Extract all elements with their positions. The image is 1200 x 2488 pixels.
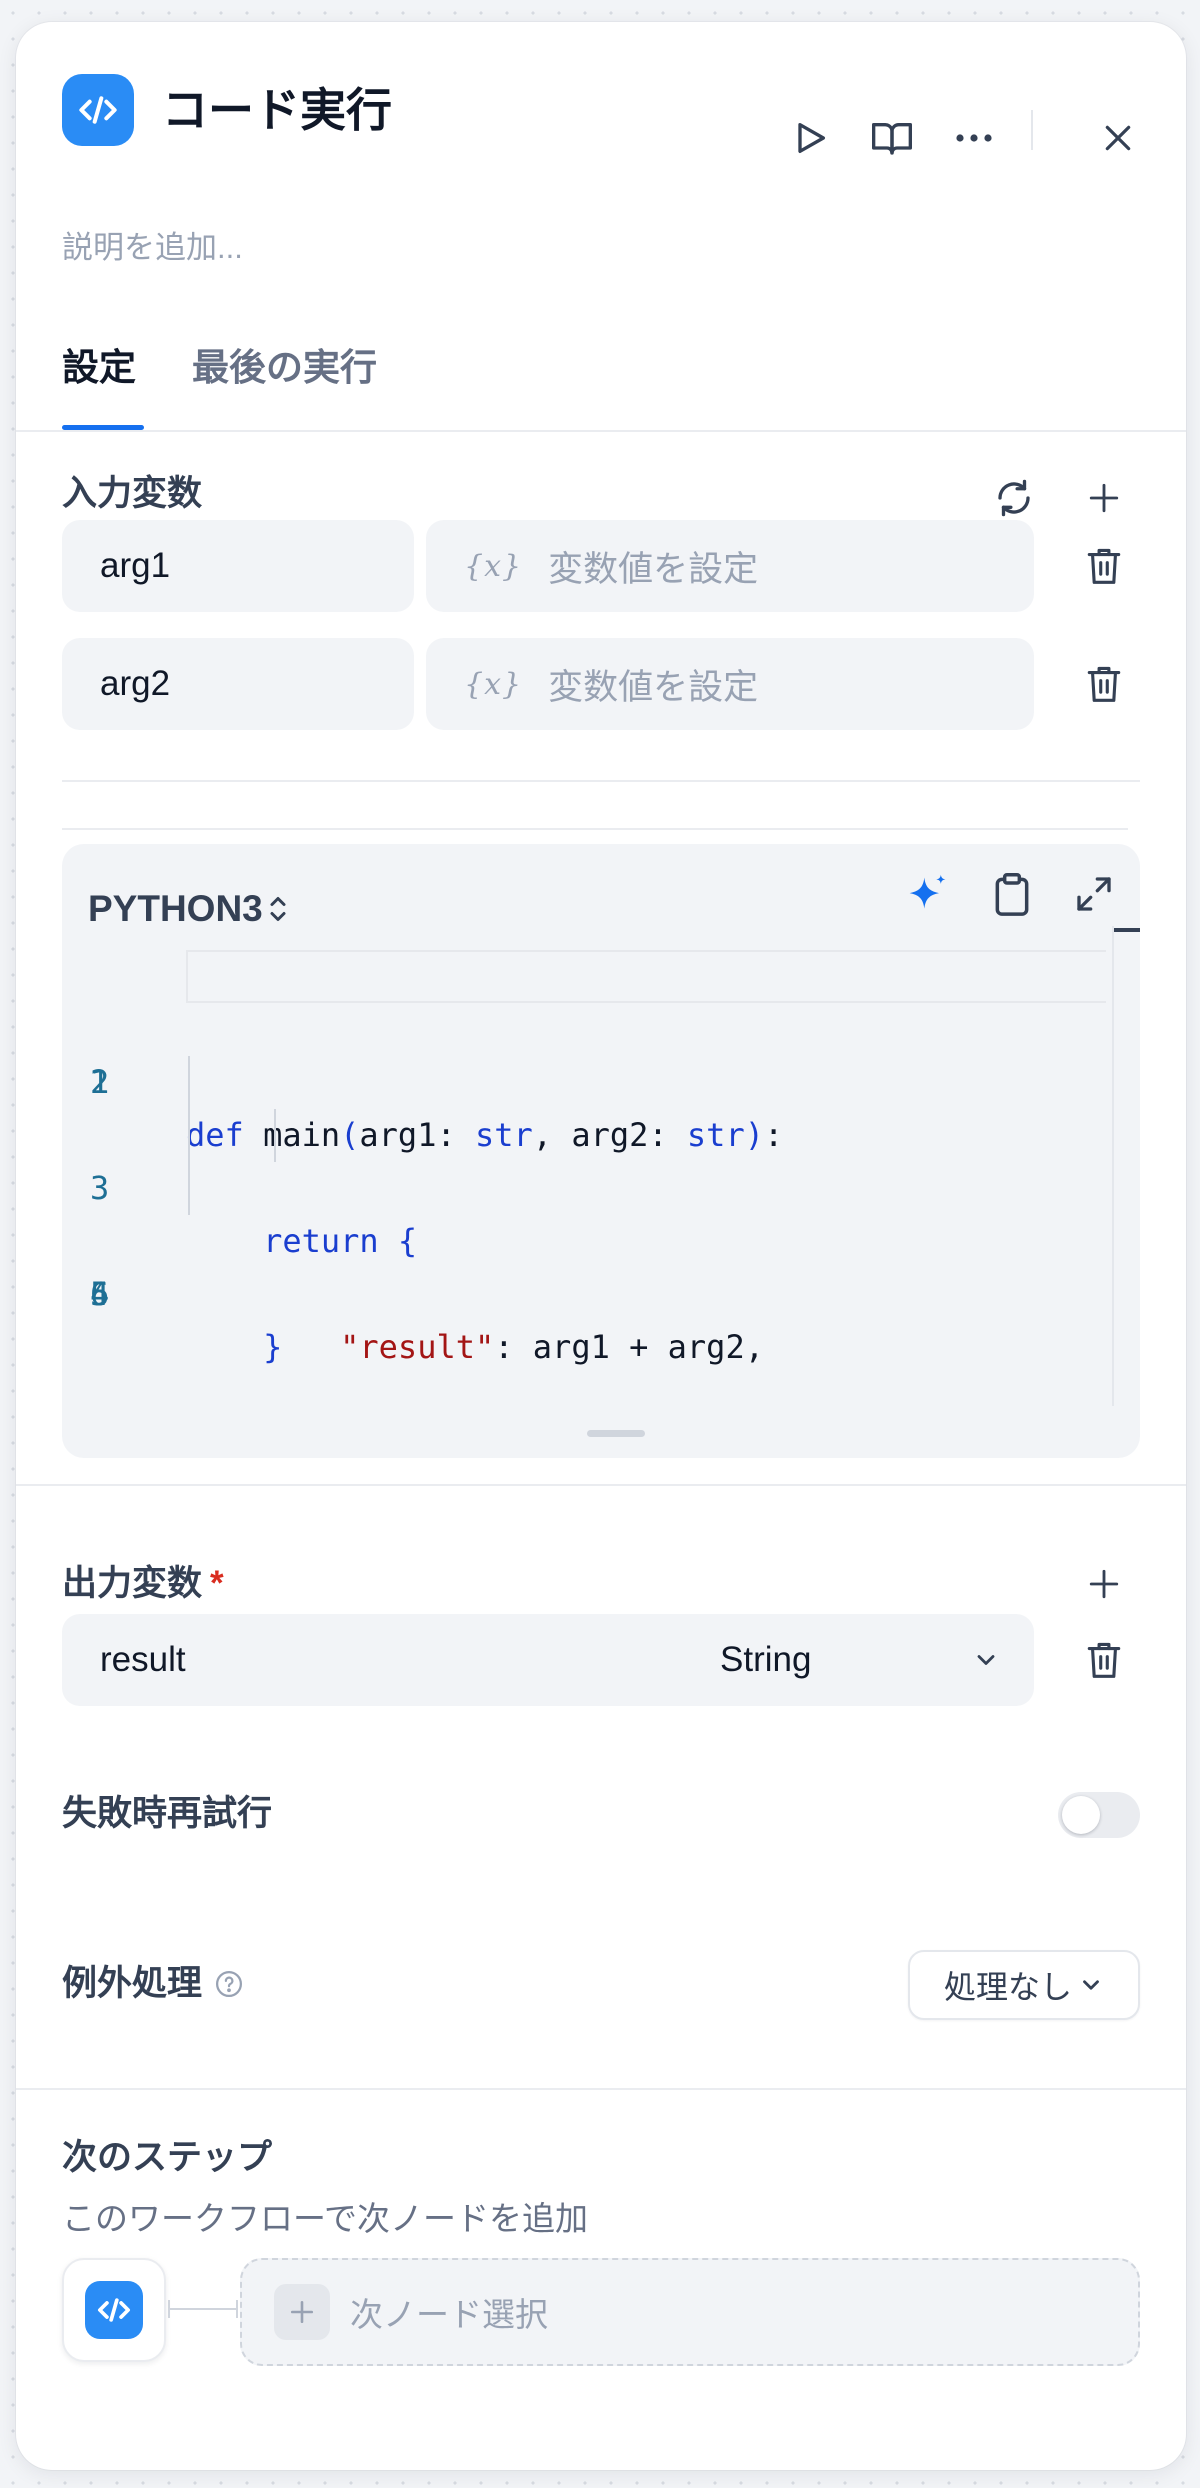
tab-settings[interactable]: 設定 (62, 344, 136, 392)
book-icon[interactable] (864, 110, 920, 166)
tab-last-run[interactable]: 最後の実行 (192, 344, 377, 392)
current-node-block (62, 2258, 166, 2362)
code-node-panel: コード実行 説明を追加... 設定 最後の実行 入力変数 arg1 {x} 変数… (16, 22, 1186, 2470)
indent-guide (188, 1056, 190, 1109)
expand-icon[interactable] (1066, 866, 1122, 922)
code-editor[interactable]: PYTHON3 1 2 def main(arg1: str, arg2: st… (62, 844, 1140, 1458)
indent-guide (188, 1162, 190, 1215)
indent-guide (274, 1109, 276, 1162)
language-selector[interactable]: PYTHON3 (88, 886, 287, 932)
select-next-node-button[interactable]: 次ノード選択 (240, 2258, 1140, 2366)
code-line: 3 return { (62, 1056, 1140, 1260)
code-line: 5 } (62, 1162, 1140, 1366)
updown-chevron-icon (270, 897, 286, 921)
chevron-down-icon (977, 1655, 995, 1665)
output-var-type-select[interactable]: String (682, 1614, 1034, 1706)
variable-icon: {x} (464, 548, 523, 584)
connector-cap (168, 2300, 170, 2318)
input-vars-title: 入力変数 (62, 474, 203, 513)
run-icon[interactable] (782, 110, 838, 166)
code-line: 2 def main(arg1: str, arg2: str): (62, 1003, 1140, 1154)
input-var-name-field[interactable]: arg1 (62, 520, 414, 612)
input-var-name-field[interactable]: arg2 (62, 638, 414, 730)
exception-label: 例外処理 (62, 1964, 203, 2003)
tabs-divider (16, 430, 1186, 432)
code-node-icon (62, 74, 134, 146)
output-vars-title: 出力変数 * (62, 1562, 224, 1606)
input-var-value-placeholder: 変数値を設定 (548, 667, 759, 707)
select-next-node-label: 次ノード選択 (350, 2296, 548, 2333)
output-vars-label: 出力変数 (62, 1564, 203, 1603)
toggle-knob (1062, 1796, 1100, 1834)
header-divider (1031, 110, 1033, 150)
section-divider (16, 2088, 1186, 2090)
input-var-value-field[interactable]: {x} 変数値を設定 (426, 638, 1034, 730)
minimap-slider[interactable] (1114, 928, 1140, 932)
required-mark: * (210, 1564, 224, 1603)
exception-value: 処理なし (943, 1969, 1072, 2005)
connector-cap (236, 2300, 238, 2318)
section-divider (62, 828, 1128, 830)
code-lines[interactable]: 1 2 def main(arg1: str, arg2: str): 3 re… (62, 950, 1140, 1366)
chevron-down-icon (1083, 1980, 1099, 1990)
close-icon[interactable] (1090, 110, 1146, 166)
section-divider (62, 780, 1140, 782)
code-node-icon (85, 2281, 143, 2339)
output-var-type-value: String (720, 1640, 812, 1679)
add-input-var-icon[interactable] (1076, 470, 1132, 526)
language-label: PYTHON3 (88, 888, 263, 929)
next-step-title: 次のステップ (62, 2138, 273, 2177)
exception-select[interactable]: 処理なし (908, 1950, 1140, 2020)
help-icon[interactable] (214, 1969, 244, 1999)
code-line: 4 "result": arg1 + arg2, (62, 1109, 1140, 1366)
delete-icon[interactable] (1076, 538, 1132, 594)
plus-icon (274, 2284, 330, 2340)
add-output-var-icon[interactable] (1076, 1556, 1132, 1612)
indent-guide (188, 1109, 190, 1162)
input-var-value-field[interactable]: {x} 変数値を設定 (426, 520, 1034, 612)
exception-title: 例外処理 (62, 1962, 244, 2006)
node-title[interactable]: コード実行 (162, 82, 392, 138)
connector-line (168, 2308, 238, 2310)
delete-icon[interactable] (1076, 1632, 1132, 1688)
line-number: 6 (90, 1275, 110, 1313)
retry-toggle[interactable] (1058, 1792, 1140, 1838)
variable-icon: {x} (464, 666, 523, 702)
output-var-name-field[interactable]: result (62, 1614, 716, 1706)
description-input[interactable]: 説明を追加... (62, 228, 243, 268)
input-var-value-placeholder: 変数値を設定 (548, 549, 759, 589)
next-step-subtitle: このワークフローで次ノードを追加 (62, 2200, 589, 2237)
code-line: 6 (62, 1215, 1140, 1313)
clipboard-icon[interactable] (984, 866, 1040, 922)
more-icon[interactable] (946, 110, 1002, 166)
current-line-highlight (186, 950, 1106, 1003)
sync-icon[interactable] (986, 470, 1042, 526)
retry-label: 失敗時再試行 (62, 1794, 273, 1833)
editor-scrollbar-track (1112, 926, 1114, 1406)
ai-sparkle-icon[interactable] (900, 866, 956, 922)
delete-icon[interactable] (1076, 656, 1132, 712)
section-divider (16, 1484, 1186, 1486)
code-line: 1 (62, 950, 1140, 1101)
editor-resize-handle[interactable] (587, 1430, 645, 1437)
